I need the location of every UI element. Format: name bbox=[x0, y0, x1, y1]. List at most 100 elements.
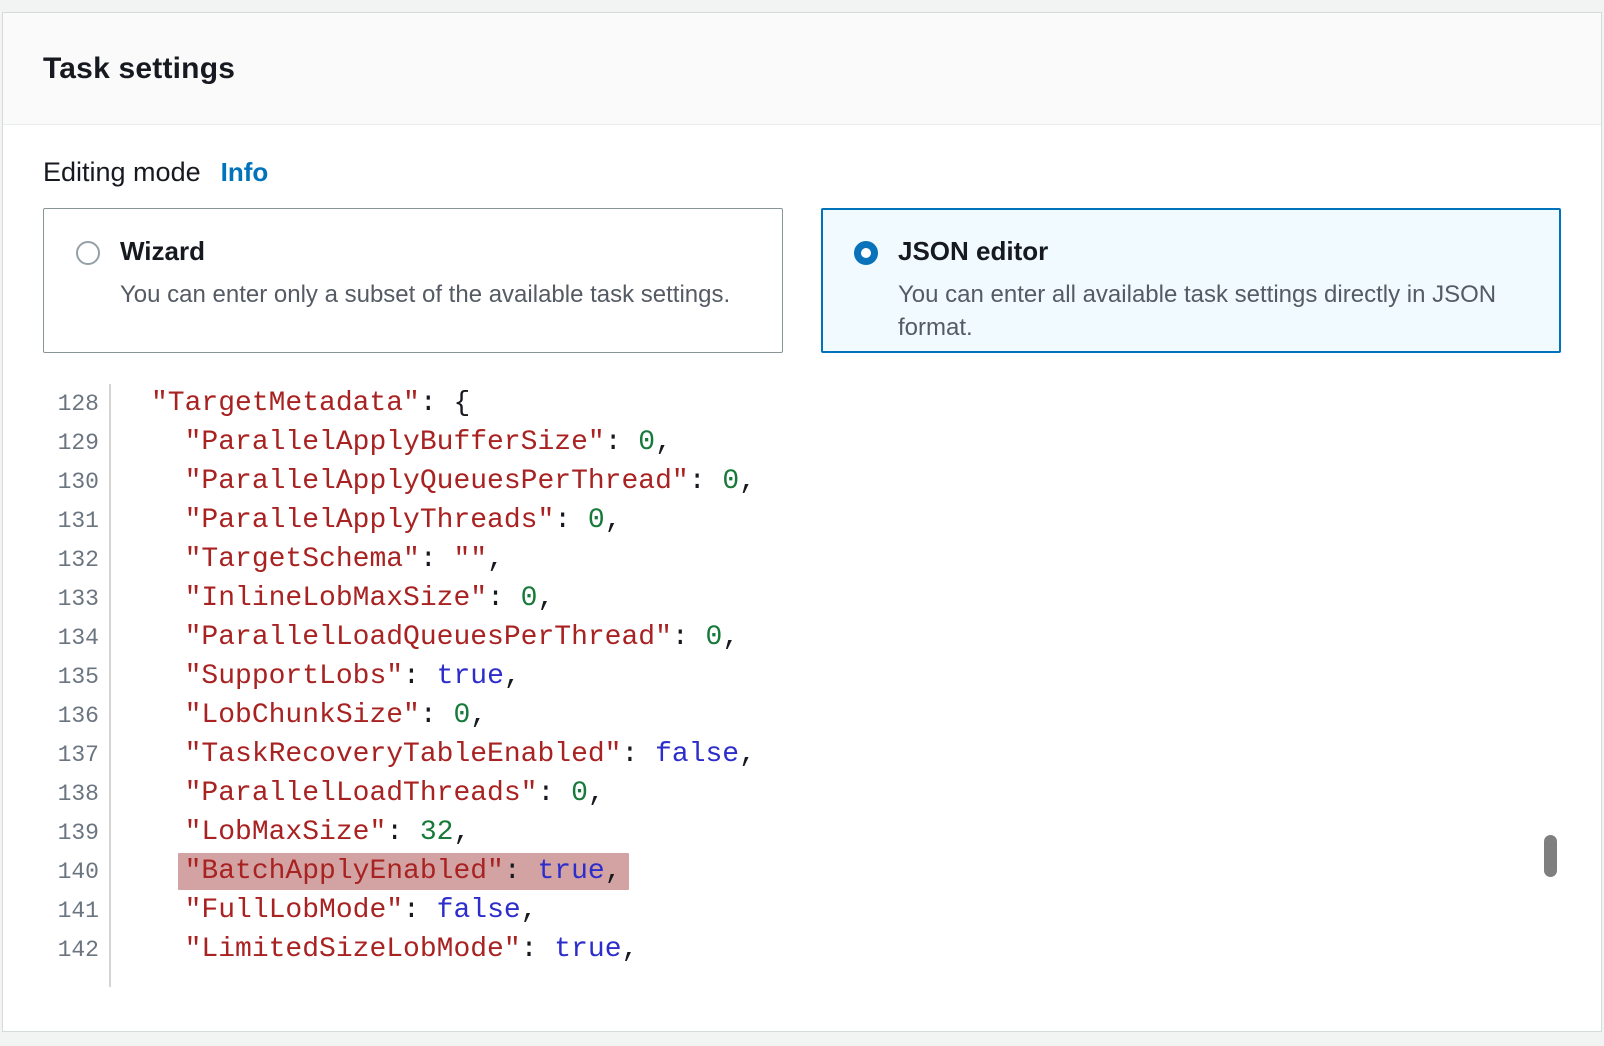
json-colon: : bbox=[420, 544, 454, 575]
code-line[interactable]: 136 "LobChunkSize": 0, bbox=[43, 696, 1561, 735]
json-editor-option-description: You can enter all available task setting… bbox=[898, 278, 1530, 345]
json-colon: : bbox=[537, 778, 571, 809]
code-text[interactable]: "BatchApplyEnabled": true, bbox=[99, 856, 629, 887]
code-text[interactable]: "TaskRecoveryTableEnabled": false, bbox=[99, 739, 756, 770]
code-text[interactable]: "ParallelApplyQueuesPerThread": 0, bbox=[99, 466, 756, 497]
task-settings-panel: Task settings Editing mode Info Wizard Y… bbox=[2, 12, 1602, 1032]
json-comma: , bbox=[521, 895, 538, 926]
page-title: Task settings bbox=[43, 52, 235, 86]
code-line[interactable]: 139 "LobMaxSize": 32, bbox=[43, 813, 1561, 852]
json-value: 0 bbox=[453, 700, 470, 731]
code-line[interactable]: 132 "TargetSchema": "", bbox=[43, 540, 1561, 579]
json-value: false bbox=[655, 739, 739, 770]
json-colon: : bbox=[403, 895, 437, 926]
code-line[interactable]: 133 "InlineLobMaxSize": 0, bbox=[43, 579, 1561, 618]
code-text[interactable]: "InlineLobMaxSize": 0, bbox=[99, 583, 554, 614]
json-key: "SupportLobs" bbox=[185, 661, 403, 692]
json-value: 32 bbox=[420, 817, 454, 848]
json-value: true bbox=[537, 856, 604, 887]
json-editor-option-label: JSON editor bbox=[898, 235, 1530, 269]
line-number: 133 bbox=[43, 586, 99, 612]
json-key: "LimitedSizeLobMode" bbox=[185, 934, 521, 965]
code-line[interactable]: 141 "FullLobMode": false, bbox=[43, 891, 1561, 930]
json-key: "ParallelLoadQueuesPerThread" bbox=[185, 622, 672, 653]
gutter-separator bbox=[109, 384, 111, 987]
wizard-option-label: Wizard bbox=[120, 235, 730, 269]
json-value: 0 bbox=[571, 778, 588, 809]
json-comma: , bbox=[722, 622, 739, 653]
json-key: "InlineLobMaxSize" bbox=[185, 583, 487, 614]
json-comma: , bbox=[504, 661, 521, 692]
code-line[interactable]: 138 "ParallelLoadThreads": 0, bbox=[43, 774, 1561, 813]
json-comma: , bbox=[537, 583, 554, 614]
json-key: "TargetMetadata" bbox=[151, 388, 420, 419]
code-line[interactable]: 140 "BatchApplyEnabled": true, bbox=[43, 852, 1561, 891]
json-comma: , bbox=[739, 466, 756, 497]
json-colon: : bbox=[487, 583, 521, 614]
json-colon: : bbox=[420, 388, 454, 419]
code-text[interactable]: "ParallelLoadThreads": 0, bbox=[99, 778, 605, 809]
json-comma: , bbox=[487, 544, 504, 575]
task-settings-page: { "header": { "title": "Task settings" }… bbox=[0, 0, 1604, 1046]
json-key: "ParallelLoadThreads" bbox=[185, 778, 538, 809]
json-comma: , bbox=[622, 934, 639, 965]
json-comma: , bbox=[470, 700, 487, 731]
wizard-radio[interactable] bbox=[76, 241, 100, 265]
code-text[interactable]: "LobChunkSize": 0, bbox=[99, 700, 487, 731]
json-code-editor[interactable]: 128"TargetMetadata": {129 "ParallelApply… bbox=[43, 384, 1561, 987]
code-text[interactable]: "SupportLobs": true, bbox=[99, 661, 521, 692]
json-editor-radio[interactable] bbox=[854, 241, 878, 265]
code-line[interactable]: 131 "ParallelApplyThreads": 0, bbox=[43, 501, 1561, 540]
json-value: true bbox=[437, 661, 504, 692]
code-text[interactable]: "LimitedSizeLobMode": true, bbox=[99, 934, 638, 965]
json-comma: , bbox=[453, 817, 470, 848]
code-text[interactable]: "FullLobMode": false, bbox=[99, 895, 537, 926]
line-number: 134 bbox=[43, 625, 99, 651]
code-line[interactable]: 128"TargetMetadata": { bbox=[43, 384, 1561, 423]
editing-mode-options: Wizard You can enter only a subset of th… bbox=[43, 208, 1561, 353]
line-number: 141 bbox=[43, 898, 99, 924]
code-line[interactable]: 135 "SupportLobs": true, bbox=[43, 657, 1561, 696]
info-link[interactable]: Info bbox=[221, 157, 269, 188]
code-text[interactable]: "TargetMetadata": { bbox=[99, 388, 470, 419]
editing-mode-row: Editing mode Info bbox=[43, 157, 1561, 188]
code-line[interactable]: 142 "LimitedSizeLobMode": true, bbox=[43, 930, 1561, 969]
line-number: 129 bbox=[43, 430, 99, 456]
json-colon: : bbox=[420, 700, 454, 731]
code-line[interactable]: 137 "TaskRecoveryTableEnabled": false, bbox=[43, 735, 1561, 774]
code-line[interactable]: 129 "ParallelApplyBufferSize": 0, bbox=[43, 423, 1561, 462]
json-key: "ParallelApplyQueuesPerThread" bbox=[185, 466, 689, 497]
code-text[interactable]: "LobMaxSize": 32, bbox=[99, 817, 470, 848]
code-text[interactable]: "ParallelApplyThreads": 0, bbox=[99, 505, 622, 536]
code-text[interactable]: "ParallelApplyBufferSize": 0, bbox=[99, 427, 672, 458]
line-number: 131 bbox=[43, 508, 99, 534]
code-text[interactable]: "TargetSchema": "", bbox=[99, 544, 504, 575]
line-number: 139 bbox=[43, 820, 99, 846]
json-colon: : bbox=[621, 739, 655, 770]
wizard-option-text: Wizard You can enter only a subset of th… bbox=[120, 235, 730, 352]
panel-content: Editing mode Info Wizard You can enter o… bbox=[3, 125, 1601, 987]
line-number: 142 bbox=[43, 937, 99, 963]
json-value: 0 bbox=[706, 622, 723, 653]
panel-header: Task settings bbox=[3, 13, 1601, 125]
line-number: 130 bbox=[43, 469, 99, 495]
code-text[interactable]: "ParallelLoadQueuesPerThread": 0, bbox=[99, 622, 739, 653]
line-number: 138 bbox=[43, 781, 99, 807]
json-value: { bbox=[453, 388, 470, 419]
json-value: 0 bbox=[638, 427, 655, 458]
json-colon: : bbox=[689, 466, 723, 497]
json-key: "ParallelApplyBufferSize" bbox=[185, 427, 605, 458]
wizard-option-card[interactable]: Wizard You can enter only a subset of th… bbox=[43, 208, 783, 353]
json-key: "BatchApplyEnabled" bbox=[185, 856, 504, 887]
json-value: false bbox=[437, 895, 521, 926]
json-key: "LobChunkSize" bbox=[185, 700, 420, 731]
json-editor-option-card[interactable]: JSON editor You can enter all available … bbox=[821, 208, 1561, 353]
code-line[interactable]: 130 "ParallelApplyQueuesPerThread": 0, bbox=[43, 462, 1561, 501]
line-number: 135 bbox=[43, 664, 99, 690]
vertical-scrollbar-thumb[interactable] bbox=[1544, 835, 1557, 877]
json-key: "TargetSchema" bbox=[185, 544, 420, 575]
highlighted-code[interactable]: "BatchApplyEnabled": true, bbox=[178, 853, 629, 890]
json-colon: : bbox=[672, 622, 706, 653]
json-key: "ParallelApplyThreads" bbox=[185, 505, 555, 536]
code-line[interactable]: 134 "ParallelLoadQueuesPerThread": 0, bbox=[43, 618, 1561, 657]
